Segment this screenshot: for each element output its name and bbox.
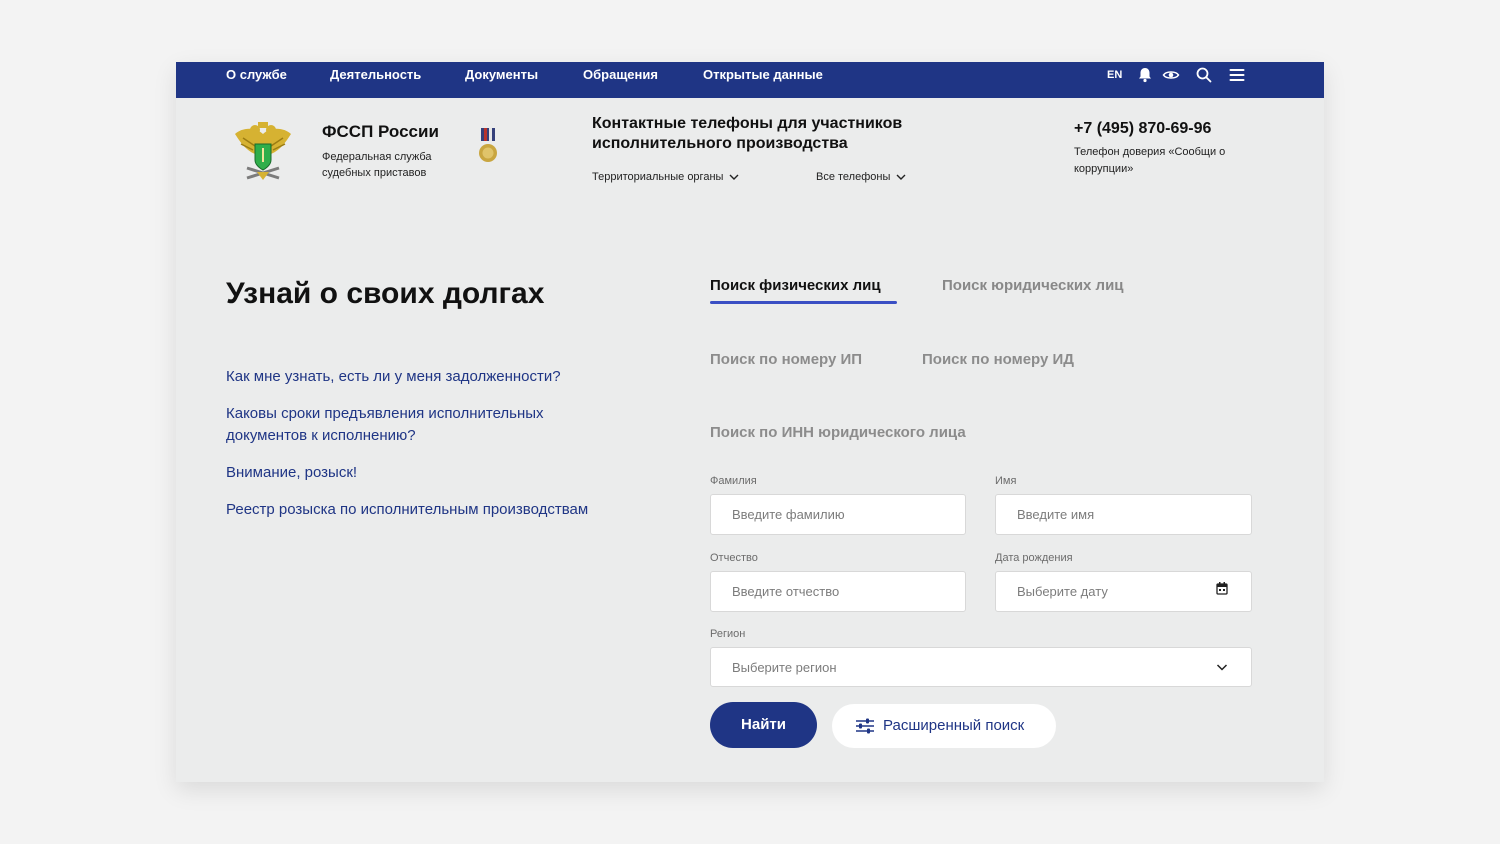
eye-icon[interactable]: [1162, 66, 1180, 84]
region-select-value: Выберите регион: [732, 660, 837, 675]
firstname-input[interactable]: [995, 494, 1252, 535]
contacts-title: Контактные телефоны для участников испол…: [592, 115, 903, 152]
region-label: Регион: [710, 628, 746, 640]
faq-link-wanted[interactable]: Внимание, розыск!: [226, 462, 636, 484]
nav-item-appeals[interactable]: Обращения: [583, 62, 658, 98]
find-button[interactable]: Найти: [710, 702, 817, 748]
faq-link-registry[interactable]: Реестр розыска по исполнительным произво…: [226, 499, 636, 521]
advanced-search-label: Расширенный поиск: [883, 717, 1025, 734]
active-tab-indicator: [710, 301, 897, 304]
nav-item-documents[interactable]: Документы: [465, 62, 538, 98]
page-frame: О службе Деятельность Документы Обращени…: [176, 62, 1324, 782]
faq-link-deadlines[interactable]: Каковы сроки предъявления исполнительных…: [226, 403, 606, 447]
subtab-ip-number[interactable]: Поиск по номеру ИП: [710, 351, 862, 368]
hotline-note: Телефон доверия «Сообщи о коррупции»: [1074, 146, 1226, 175]
bell-icon[interactable]: [1136, 66, 1154, 84]
patronymic-label: Отчество: [710, 552, 758, 564]
all-phones-label: Все телефоны: [816, 171, 891, 183]
medal-icon: [479, 128, 497, 162]
birthdate-label: Дата рождения: [995, 552, 1073, 564]
tab-individuals[interactable]: Поиск физических лиц: [710, 277, 881, 294]
org-title[interactable]: ФССП России: [322, 122, 439, 142]
territorial-dropdown-label: Территориальные органы: [592, 171, 724, 183]
page-title: Узнай о своих долгах: [226, 277, 545, 310]
territorial-dropdown[interactable]: Территориальные органы: [592, 171, 739, 183]
patronymic-input[interactable]: [710, 571, 966, 612]
advanced-search-button[interactable]: Расширенный поиск: [832, 704, 1056, 748]
firstname-label: Имя: [995, 475, 1017, 487]
top-navigation: О службе Деятельность Документы Обращени…: [176, 62, 1324, 98]
org-subtitle: Федеральная служба судебных приставов: [322, 151, 432, 179]
subtab-id-number[interactable]: Поиск по номеру ИД: [922, 351, 1074, 368]
lastname-label: Фамилия: [710, 475, 757, 487]
lastname-input[interactable]: [710, 494, 966, 535]
region-select[interactable]: Выберите регион: [710, 647, 1252, 687]
calendar-icon[interactable]: [1216, 582, 1228, 595]
chevron-down-icon: [896, 174, 906, 180]
search-icon[interactable]: [1195, 66, 1213, 84]
nav-item-activity[interactable]: Деятельность: [330, 62, 421, 98]
chevron-down-icon: [1216, 664, 1228, 671]
birthdate-field-wrapper: [995, 571, 1252, 612]
nav-item-about[interactable]: О службе: [226, 62, 287, 98]
subtab-inn[interactable]: Поиск по ИНН юридического лица: [710, 424, 966, 441]
faq-link-debts[interactable]: Как мне узнать, есть ли у меня задолженн…: [226, 366, 636, 388]
nav-item-open-data[interactable]: Открытые данные: [703, 62, 823, 98]
emblem-icon[interactable]: [233, 120, 293, 186]
all-phones-dropdown[interactable]: Все телефоны: [816, 171, 906, 183]
sliders-icon: [856, 718, 874, 734]
chevron-down-icon: [729, 174, 739, 180]
menu-icon[interactable]: [1228, 66, 1246, 84]
hotline-phone[interactable]: +7 (495) 870-69-96: [1074, 120, 1211, 138]
language-switch[interactable]: EN: [1107, 69, 1122, 81]
birthdate-input[interactable]: [995, 571, 1252, 612]
tab-legal-entities[interactable]: Поиск юридических лиц: [942, 277, 1124, 294]
